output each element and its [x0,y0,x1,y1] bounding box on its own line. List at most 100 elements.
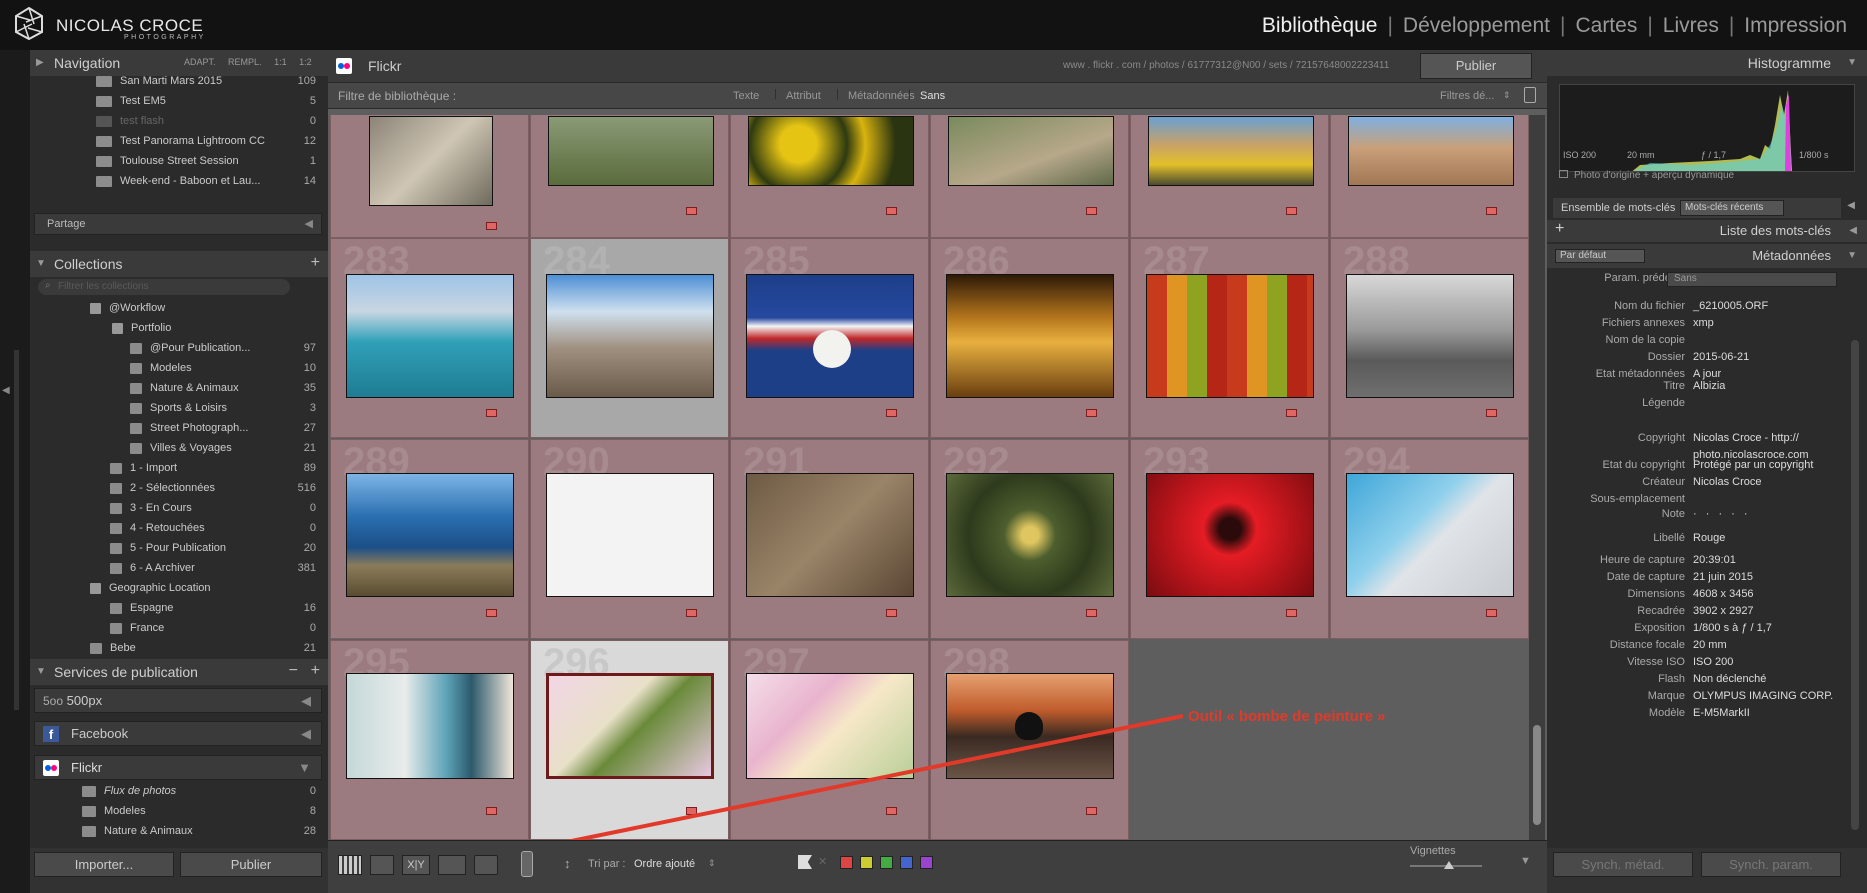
color-label-field[interactable]: Libellé Rouge [1547,530,1867,547]
grid-cell[interactable] [1330,115,1529,238]
photo-thumbnail[interactable] [346,673,514,779]
sort-select[interactable]: Ordre ajouté [634,858,695,870]
flickr-stream-row[interactable]: Flux de photos 0 [30,781,328,801]
module-print[interactable]: Impression [1734,14,1857,38]
loupe-view-icon[interactable] [370,855,394,875]
folder-row[interactable]: Test EM5 5 [30,91,328,111]
grid-cell[interactable]: 294 [1330,439,1529,639]
service-flickr[interactable]: Flickr ▼ [34,755,322,780]
folder-row[interactable]: Toulouse Street Session 1 [30,151,328,171]
collection-row[interactable]: 5 - Pour Publication 20 [30,538,328,558]
collection-row[interactable]: 1 - Import 89 [30,458,328,478]
folder-row[interactable]: San Marti Mars 2015 109 [30,71,328,91]
keyword-list-header[interactable]: + Liste des mots-clés ◀ [1547,220,1867,242]
reject-flag-icon[interactable]: ✕ [818,855,827,868]
collection-row[interactable]: Villes & Voyages 21 [30,438,328,458]
grid-cell[interactable]: 290 [530,439,729,639]
sync-metadata-button[interactable]: Synch. métad. [1553,852,1693,877]
collections-header[interactable]: ▼ Collections + [30,251,328,277]
photo-thumbnail-active[interactable] [546,673,714,779]
collection-row[interactable]: Nature & Animaux 35 [30,378,328,398]
folder-row[interactable]: Test Panorama Lightroom CC 12 [30,131,328,151]
collections-filter-input[interactable]: ⌕ Filtrer les collections [38,279,290,295]
photo-thumbnail[interactable] [546,274,714,398]
grid-cell[interactable] [1130,115,1329,238]
collapse-triangle-icon[interactable]: ▼ [1847,57,1857,68]
photo-thumbnail[interactable] [948,116,1114,186]
filter-attribute-tab[interactable]: Attribut [786,90,821,102]
keyword-set-select[interactable]: Mots-clés récents [1680,200,1784,216]
metadata-row[interactable]: Dimensions 4608 x 3456 [1547,586,1867,603]
service-500px[interactable]: 5oo 500px ◀ [34,688,322,713]
metadata-row[interactable]: Distance focale 20 mm [1547,637,1867,654]
blue-label-swatch[interactable] [900,856,913,869]
grid-cell[interactable]: 284 [530,238,729,438]
metadata-row[interactable]: Dossier 2015-06-21 [1547,349,1867,366]
photo-thumbnail[interactable] [746,673,914,779]
collection-set-row[interactable]: @Workflow [30,298,328,318]
purple-label-swatch[interactable] [920,856,933,869]
photo-thumbnail[interactable] [1146,473,1314,597]
grid-cell[interactable]: 286 [930,238,1129,438]
nav-mode-fit[interactable]: ADAPT. [184,57,216,67]
collection-row[interactable]: 3 - En Cours 0 [30,498,328,518]
metadata-row[interactable]: Modèle E-M5MarkII [1547,705,1867,722]
triangle-left-icon[interactable]: ◀ [1847,200,1855,211]
expand-triangle-icon[interactable]: ▼ [36,258,46,269]
painter-spray-can-icon[interactable] [521,851,533,877]
metadata-row[interactable]: Légende [1547,395,1867,412]
collection-set-row[interactable]: Portfolio [30,318,328,338]
grid-cell-active[interactable]: 296 [530,640,729,840]
sync-settings-button[interactable]: Synch. param. [1701,852,1841,877]
publish-services-header[interactable]: ▼ Services de publication − + [30,659,328,685]
photo-thumbnail[interactable] [1146,274,1314,398]
add-collection-icon[interactable]: + [311,254,320,272]
grid-cell[interactable]: 287 [1130,238,1329,438]
photo-thumbnail[interactable] [946,673,1114,779]
metadata-row[interactable]: Fichiers annexes xmp [1547,315,1867,332]
metadata-header[interactable]: Par défaut Métadonnées ▼ [1547,244,1867,268]
grid-cell[interactable]: 292 [930,439,1129,639]
metadata-row[interactable]: Etat du copyright Protégé par un copyrigh… [1547,457,1867,474]
grid-scrollbar[interactable] [1529,115,1545,890]
lock-icon[interactable] [1524,87,1536,103]
grid-cell[interactable]: 293 [1130,439,1329,639]
import-button[interactable]: Importer... [34,852,174,877]
collection-row[interactable]: France 0 [30,618,328,638]
photo-thumbnail[interactable] [1148,116,1314,186]
metadata-row[interactable]: Vitesse ISO ISO 200 [1547,654,1867,671]
nav-mode-1-1[interactable]: 1:1 [274,57,287,67]
module-map[interactable]: Cartes [1565,14,1647,38]
collection-row[interactable]: 6 - A Archiver 381 [30,558,328,578]
remove-service-icon[interactable]: − [289,662,298,680]
partage-row[interactable]: Partage ◀ [34,213,322,235]
photo-thumbnail[interactable] [748,116,914,186]
expand-triangle-icon[interactable]: ▼ [36,666,46,677]
people-view-icon[interactable] [474,855,498,875]
metadata-row[interactable]: Marque OLYMPUS IMAGING CORP. [1547,688,1867,705]
photo-thumbnail[interactable] [1346,274,1514,398]
collection-row[interactable]: 2 - Sélectionnées 516 [30,478,328,498]
triangle-left-icon[interactable]: ◀ [1849,225,1857,236]
flickr-set-row[interactable]: Modeles 8 [30,801,328,821]
photo-thumbnail[interactable] [346,274,514,398]
photo-thumbnail[interactable] [546,473,714,597]
grid-cell[interactable]: 295 [330,640,529,840]
metadata-row[interactable]: Recadrée 3902 x 2927 [1547,603,1867,620]
metadata-row[interactable]: Titre Albizia [1547,378,1867,395]
scroll-thumb[interactable] [1533,725,1541,825]
slider-handle[interactable] [1444,861,1454,869]
grid-view-icon[interactable] [338,855,362,875]
param-preset-select[interactable]: Sans [1667,272,1837,287]
metadata-row[interactable]: Flash Non déclenché [1547,671,1867,688]
green-label-swatch[interactable] [880,856,893,869]
metadata-row[interactable]: Exposition 1/800 s à ƒ / 1,7 [1547,620,1867,637]
metadata-row[interactable]: Nom du fichier _6210005.ORF [1547,298,1867,315]
photo-thumbnail[interactable] [346,473,514,597]
folder-row[interactable]: Week-end - Baboon et Lau... 14 [30,171,328,191]
yellow-label-swatch[interactable] [860,856,873,869]
filter-text-tab[interactable]: Texte [733,90,759,102]
add-keyword-icon[interactable]: + [1555,220,1564,238]
module-book[interactable]: Livres [1653,14,1729,38]
right-panel-scrollbar[interactable] [1851,340,1859,830]
